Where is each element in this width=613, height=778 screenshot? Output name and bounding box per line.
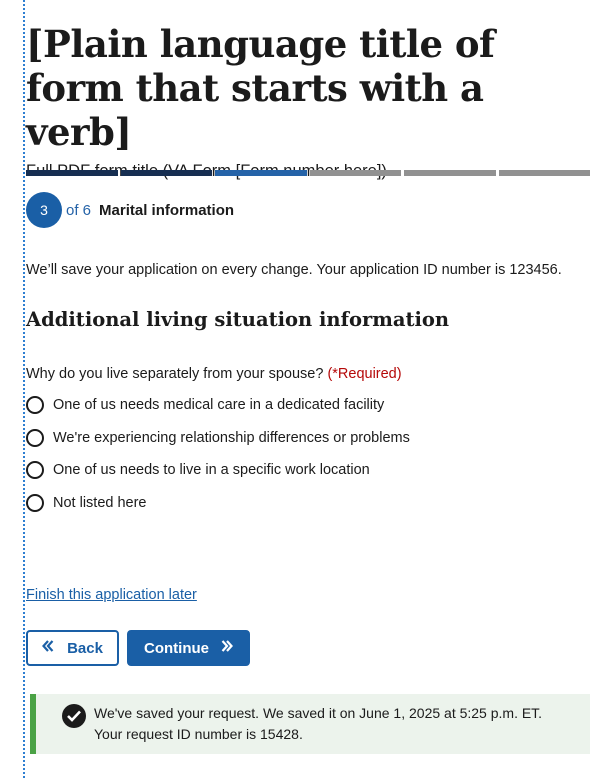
section-title: Additional living situation information (26, 308, 450, 331)
radio-option-medical-care[interactable]: One of us needs medical care in a dedica… (26, 394, 410, 416)
form-page: [Plain language title of form that start… (0, 0, 613, 778)
step-total: of 6 (66, 201, 92, 219)
radio-option-not-listed[interactable]: Not listed here (26, 492, 410, 514)
progress-segment (404, 170, 496, 176)
continue-button[interactable]: Continue (127, 630, 250, 666)
radio-option-label: We're experiencing relationship differen… (53, 429, 410, 446)
chevron-double-left-icon (42, 640, 54, 656)
back-button[interactable]: Back (26, 630, 119, 666)
chevron-double-right-icon (221, 640, 233, 656)
question-text: Why do you live separately from your spo… (26, 366, 324, 382)
autosave-note: We’ll save your application on every cha… (26, 262, 562, 278)
step-number-badge: 3 (26, 192, 62, 228)
progress-segment (26, 170, 118, 176)
layout-guide-line (23, 0, 25, 778)
radio-option-label: Not listed here (53, 494, 147, 511)
radio-option-label: One of us needs medical care in a dedica… (53, 397, 385, 413)
progress-bar (26, 170, 590, 176)
alert-line: Your request ID number is 15428. (94, 726, 303, 742)
step-indicator: 3 of 6 Marital information (26, 192, 234, 228)
form-navigation: Back Continue (26, 630, 250, 666)
check-circle-icon (62, 704, 86, 728)
main-content: [Plain language title of form that start… (26, 0, 590, 754)
radio-group: One of us needs medical care in a dedica… (26, 394, 410, 524)
radio-button[interactable] (26, 493, 44, 512)
progress-segment-current (215, 170, 307, 176)
radio-option-work-location[interactable]: One of us needs to live in a specific wo… (26, 459, 410, 481)
finish-later-link[interactable]: Finish this application later (26, 587, 197, 603)
required-indicator: (*Required) (327, 366, 402, 382)
progress-segment (120, 170, 212, 176)
radio-button[interactable] (26, 461, 44, 479)
continue-button-label: Continue (144, 639, 209, 657)
question-label: Why do you live separately from your spo… (26, 364, 402, 384)
radio-option-label: One of us needs to live in a specific wo… (53, 462, 370, 478)
radio-button[interactable] (26, 396, 44, 414)
progress-segment (498, 170, 590, 176)
step-name: Marital information (99, 201, 235, 219)
alert-message: We've saved your request. We saved it on… (94, 703, 542, 745)
progress-segment (309, 170, 401, 176)
alert-line: We've saved your request. We saved it on… (94, 705, 543, 721)
success-alert: We've saved your request. We saved it on… (30, 694, 590, 754)
radio-option-relationship[interactable]: We're experiencing relationship differen… (26, 427, 410, 449)
back-button-label: Back (67, 639, 103, 657)
page-title: [Plain language title of form that start… (26, 22, 495, 154)
radio-button[interactable] (26, 428, 44, 447)
